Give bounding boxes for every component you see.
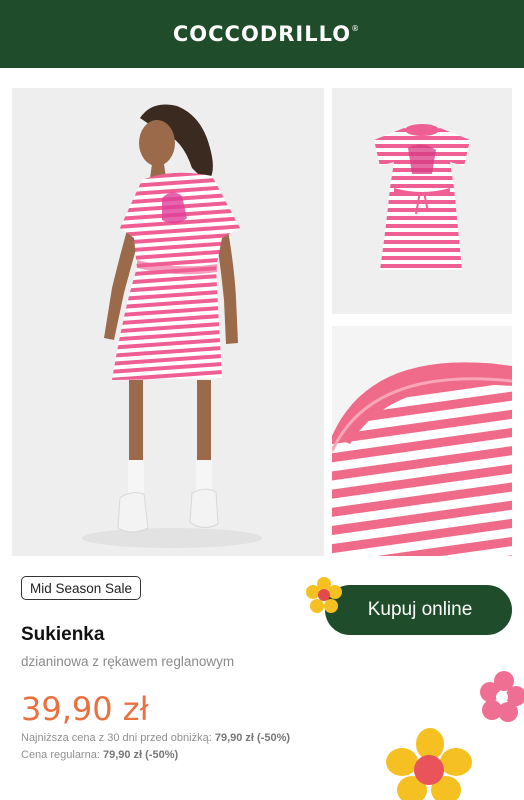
large-yellow-flower-icon [386, 728, 472, 800]
pink-flower-icon [480, 671, 524, 722]
collar-closeup-illustration [332, 326, 512, 556]
lowest-price-value: 79,90 zł (-50%) [214, 732, 291, 744]
header-bar: COCCODRILLO ® [0, 0, 524, 68]
brand-logo-text: COCCODRILLO [172, 22, 352, 46]
model-illustration [82, 104, 262, 548]
product-photo-closeup[interactable] [332, 326, 512, 556]
lowest-price-note: Najniższa cena z 30 dni przed obniżką: 7… [21, 732, 290, 744]
product-title: Sukienka [21, 624, 105, 645]
dress-flat-illustration [374, 124, 470, 270]
product-photo-flat[interactable] [332, 88, 512, 314]
product-price: 39,90 zł [21, 690, 149, 728]
product-subtitle: dzianinowa z rękawem reglanowym [21, 654, 235, 669]
yellow-flower-icon [306, 577, 342, 613]
lowest-price-label: Najniższa cena z 30 dni przed obniżką: [21, 732, 212, 744]
brand-logo[interactable]: COCCODRILLO ® [172, 22, 359, 46]
buy-online-button[interactable]: Kupuj online [325, 585, 512, 635]
registered-mark: ® [351, 24, 361, 33]
regular-price-label: Cena regularna: [21, 749, 100, 761]
regular-price-value: 79,90 zł (-50%) [102, 749, 179, 761]
regular-price-note: Cena regularna: 79,90 zł (-50%) [21, 749, 178, 761]
product-photo-main[interactable] [12, 88, 324, 556]
sale-badge: Mid Season Sale [21, 576, 142, 600]
